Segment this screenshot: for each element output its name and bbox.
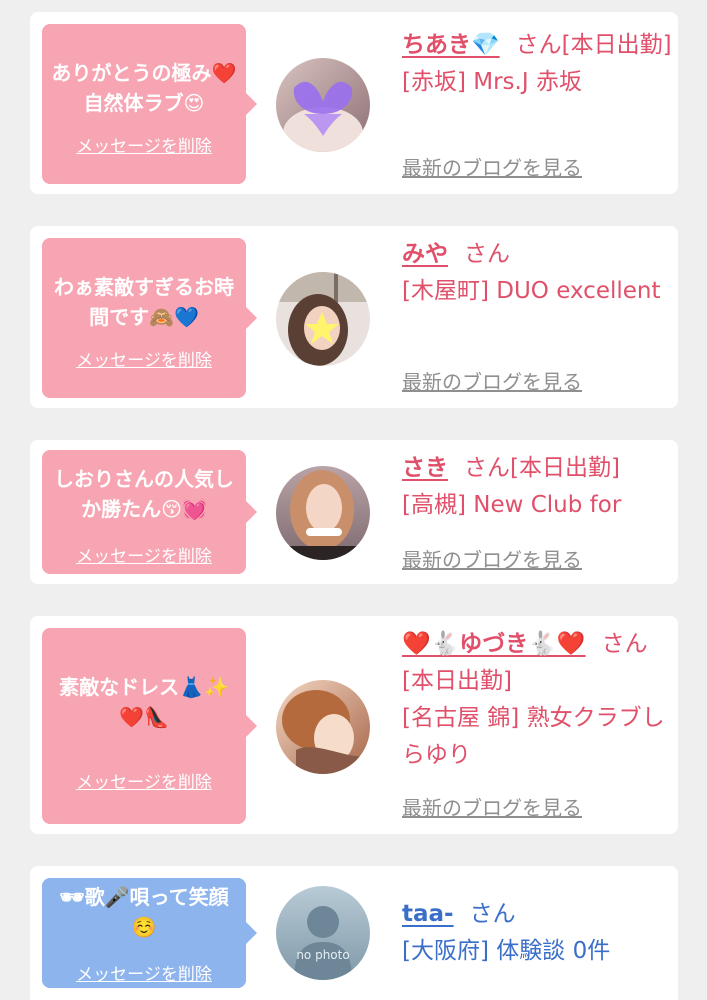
profile-info: ❤️🐇ゆづき🐇❤️ さん[本日出勤] [名古屋 錦] 熟女クラブしらゆり xyxy=(402,626,672,774)
profile-info: さき さん[本日出勤] [高槻] New Club for xyxy=(402,450,672,524)
profile-name-link[interactable]: taa- xyxy=(402,901,454,927)
message-bubble: わぁ素敵すぎるお時間です🙈💙 メッセージを削除 xyxy=(42,238,257,398)
status-text: さん[本日出勤] xyxy=(515,32,672,58)
location-text: [名古屋 錦] 熟女クラブしらゆり xyxy=(402,705,665,768)
message-text: わぁ素敵すぎるお時間です🙈💙 xyxy=(54,275,234,329)
avatar[interactable] xyxy=(276,680,370,774)
avatar-no-photo[interactable]: no photo xyxy=(276,886,370,980)
latest-blog-link[interactable]: 最新のブログを見る xyxy=(402,544,582,573)
message-card: 素敵なドレス👗✨❤️👠 メッセージを削除 ❤️🐇ゆづき🐇❤️ さん[本日出勤] [… xyxy=(30,616,678,834)
message-card: わぁ素敵すぎるお時間です🙈💙 メッセージを削除 みや さん [木屋町] DUO e… xyxy=(30,226,678,408)
latest-blog-link[interactable]: 最新のブログを見る xyxy=(402,792,582,821)
delete-message-link[interactable]: メッセージを削除 xyxy=(42,542,246,567)
location-text: [赤坂] Mrs.J 赤坂 xyxy=(402,69,582,95)
status-text: さん xyxy=(464,241,510,267)
profile-info: taa- さん [大阪府] 体験談 0件 xyxy=(402,896,672,970)
message-bubble: 素敵なドレス👗✨❤️👠 メッセージを削除 xyxy=(42,628,257,824)
message-card: 🕶歌🎤唄って笑顔☺️ メッセージを削除 no photo taa- さん [大阪府… xyxy=(30,866,678,1000)
delete-message-link[interactable]: メッセージを削除 xyxy=(42,960,246,985)
profile-info: みや さん [木屋町] DUO excellent xyxy=(402,236,672,310)
latest-blog-link[interactable]: 最新のブログを見る xyxy=(402,366,582,395)
message-bubble: ありがとうの極み❤️自然体ラブ😍 メッセージを削除 xyxy=(42,24,257,184)
message-bubble: しおりさんの人気しか勝たん😚💓 メッセージを削除 xyxy=(42,450,257,574)
delete-message-link[interactable]: メッセージを削除 xyxy=(42,132,246,157)
location-text: [木屋町] DUO excellent xyxy=(402,278,661,304)
avatar[interactable] xyxy=(276,272,370,366)
message-text: 🕶歌🎤唄って笑顔☺️ xyxy=(59,885,229,939)
avatar[interactable] xyxy=(276,58,370,152)
profile-name-link[interactable]: さき xyxy=(402,455,448,481)
location-text: [大阪府] 体験談 0件 xyxy=(402,938,611,964)
avatar[interactable] xyxy=(276,466,370,560)
message-text: しおりさんの人気しか勝たん😚💓 xyxy=(54,467,234,521)
no-photo-label: no photo xyxy=(296,948,350,962)
delete-message-link[interactable]: メッセージを削除 xyxy=(42,768,246,793)
message-bubble: 🕶歌🎤唄って笑顔☺️ メッセージを削除 xyxy=(42,878,257,988)
profile-name-link[interactable]: みや xyxy=(402,241,448,267)
message-card: ありがとうの極み❤️自然体ラブ😍 メッセージを削除 ちあき💎 さん[本日出勤] [… xyxy=(30,12,678,194)
status-text: さん[本日出勤] xyxy=(464,455,620,481)
location-text: [高槻] New Club for xyxy=(402,492,622,518)
profile-info: ちあき💎 さん[本日出勤] [赤坂] Mrs.J 赤坂 xyxy=(402,27,672,101)
profile-name-link[interactable]: ちあき💎 xyxy=(402,32,500,58)
message-text: ありがとうの極み❤️自然体ラブ😍 xyxy=(51,61,237,115)
status-text: さん xyxy=(469,901,516,927)
latest-blog-link[interactable]: 最新のブログを見る xyxy=(402,152,582,181)
message-card: しおりさんの人気しか勝たん😚💓 メッセージを削除 さき さん[本日出勤] [高槻]… xyxy=(30,440,678,584)
message-text: 素敵なドレス👗✨❤️👠 xyxy=(59,675,229,729)
delete-message-link[interactable]: メッセージを削除 xyxy=(42,346,246,371)
profile-name-link[interactable]: ❤️🐇ゆづき🐇❤️ xyxy=(402,631,586,657)
